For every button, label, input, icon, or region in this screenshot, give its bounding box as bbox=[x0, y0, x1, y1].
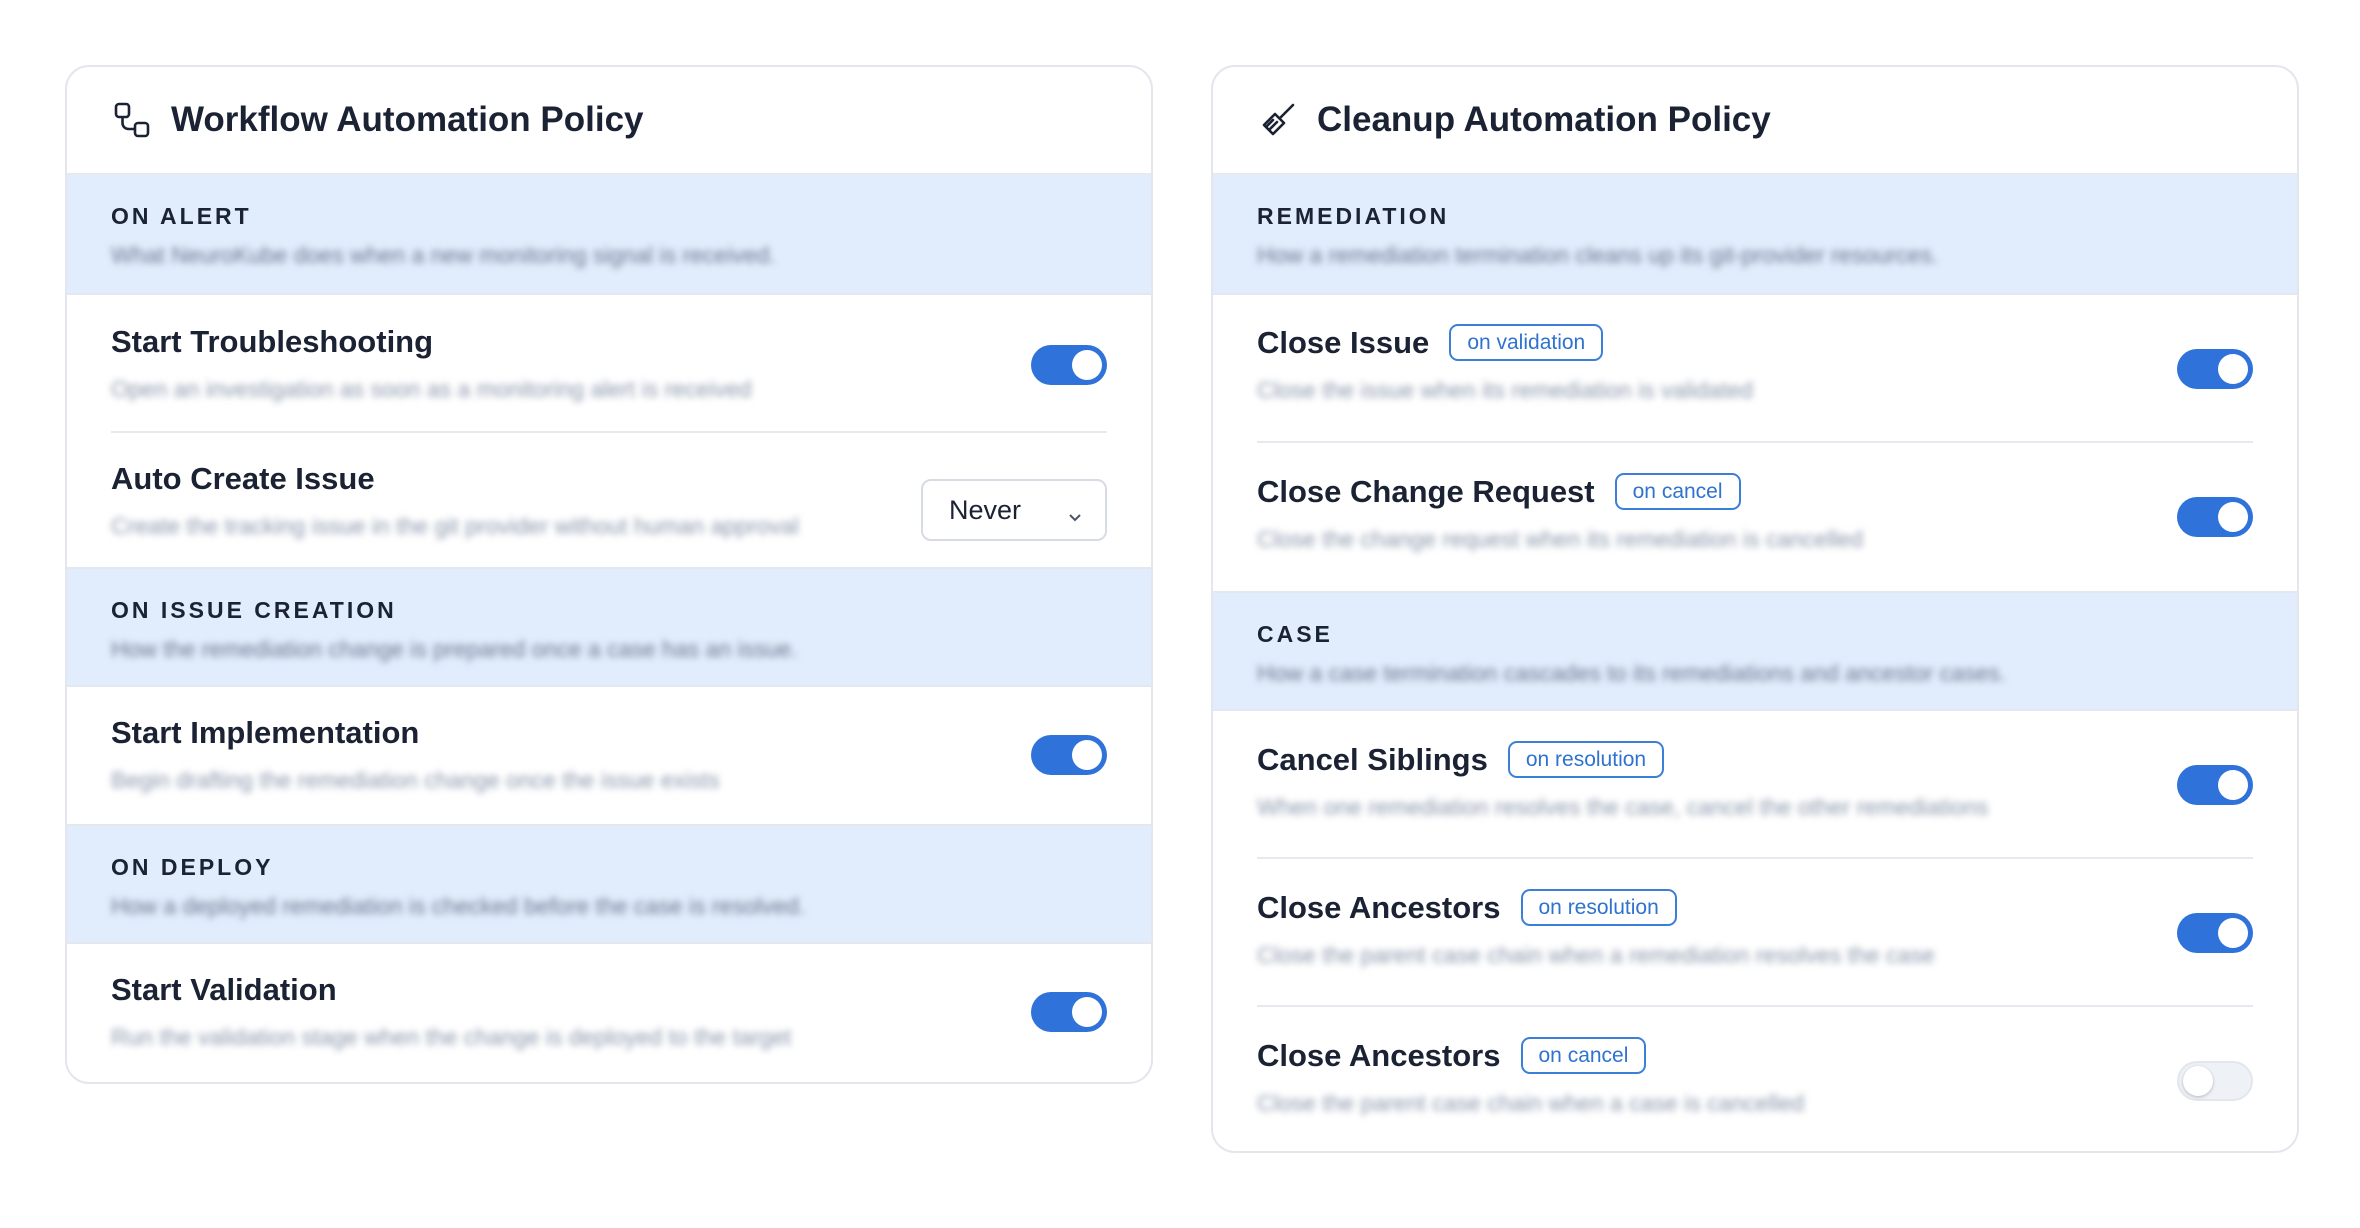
section-title: ON ALERT bbox=[111, 203, 252, 229]
setting-start-troubleshooting: Start Troubleshooting Open an investigat… bbox=[111, 295, 1107, 433]
cleanup-automation-policy-card: Cleanup Automation Policy REMEDIATION Ho… bbox=[1211, 65, 2299, 1153]
setting-title: Close Ancestors bbox=[1257, 889, 1501, 925]
setting-close-ancestors-cancel: Close Ancestors on cancel Close the pare… bbox=[1257, 1007, 2253, 1151]
setting-start-implementation: Start Implementation Begin drafting the … bbox=[111, 687, 1107, 824]
setting-start-validation: Start Validation Run the validation stag… bbox=[111, 944, 1107, 1080]
setting-close-change-request: Close Change Request on cancel Close the… bbox=[1257, 443, 2253, 591]
section-remediation: REMEDIATION How a remediation terminatio… bbox=[1213, 175, 2297, 295]
section-description: How a remediation termination cleans up … bbox=[1257, 242, 1939, 268]
setting-description: Close the issue when its remediation is … bbox=[1257, 377, 1754, 403]
section-title: ON DEPLOY bbox=[111, 854, 274, 880]
section-on-issue-creation: ON ISSUE CREATION How the remediation ch… bbox=[67, 567, 1151, 687]
section-description: What NeuroKube does when a new monitorin… bbox=[111, 242, 776, 268]
setting-description: Run the validation stage when the change… bbox=[111, 1024, 792, 1050]
section-description: How a deployed remediation is checked be… bbox=[111, 893, 806, 919]
start-implementation-toggle[interactable] bbox=[1031, 735, 1107, 775]
trigger-badge: on cancel bbox=[1520, 1037, 1647, 1074]
section-title: CASE bbox=[1257, 621, 1333, 647]
setting-description: When one remediation resolves the case, … bbox=[1257, 794, 1989, 820]
setting-description: Begin drafting the remediation change on… bbox=[111, 767, 720, 793]
setting-title: Auto Create Issue bbox=[111, 461, 375, 496]
workflow-icon bbox=[113, 101, 151, 139]
setting-description: Close the change request when its remedi… bbox=[1257, 526, 1864, 552]
toggle-knob bbox=[2218, 502, 2248, 532]
trigger-badge: on resolution bbox=[1520, 889, 1677, 926]
setting-title: Start Troubleshooting bbox=[111, 324, 434, 359]
start-validation-toggle[interactable] bbox=[1031, 992, 1107, 1032]
setting-title: Start Implementation bbox=[111, 715, 420, 750]
setting-cancel-siblings: Cancel Siblings on resolution When one r… bbox=[1257, 711, 2253, 859]
setting-close-ancestors-resolution: Close Ancestors on resolution Close the … bbox=[1257, 859, 2253, 1007]
trigger-badge: on validation bbox=[1449, 324, 1604, 361]
section-description: How a case termination cascades to its r… bbox=[1257, 660, 2007, 686]
card-header: Cleanup Automation Policy bbox=[1213, 67, 2297, 175]
trigger-badge: on resolution bbox=[1507, 741, 1665, 778]
section-case: CASE How a case termination cascades to … bbox=[1213, 591, 2297, 711]
setting-title: Close Issue bbox=[1257, 324, 1430, 360]
setting-auto-create-issue: Auto Create Issue Create the tracking is… bbox=[111, 433, 1107, 567]
toggle-knob bbox=[1072, 350, 1102, 380]
setting-title: Close Ancestors bbox=[1257, 1037, 1501, 1073]
setting-title: Start Validation bbox=[111, 972, 337, 1007]
close-ancestors-cancel-toggle[interactable] bbox=[2177, 1061, 2253, 1101]
trigger-badge: on cancel bbox=[1614, 473, 1741, 510]
toggle-knob bbox=[2183, 1066, 2213, 1096]
setting-description: Close the parent case chain when a case … bbox=[1257, 1090, 1805, 1116]
cancel-siblings-toggle[interactable] bbox=[2177, 765, 2253, 805]
select-value: Never bbox=[949, 494, 1022, 525]
start-troubleshooting-toggle[interactable] bbox=[1031, 345, 1107, 385]
section-on-deploy: ON DEPLOY How a deployed remediation is … bbox=[67, 824, 1151, 944]
toggle-knob bbox=[1072, 997, 1102, 1027]
card-header: Workflow Automation Policy bbox=[67, 67, 1151, 175]
toggle-knob bbox=[2218, 918, 2248, 948]
close-change-request-toggle[interactable] bbox=[2177, 497, 2253, 537]
setting-title: Cancel Siblings bbox=[1257, 741, 1488, 777]
setting-description: Open an investigation as soon as a monit… bbox=[111, 376, 752, 402]
section-description: How the remediation change is prepared o… bbox=[111, 636, 798, 662]
setting-close-issue: Close Issue on validation Close the issu… bbox=[1257, 295, 2253, 443]
workflow-automation-policy-card: Workflow Automation Policy ON ALERT What… bbox=[65, 65, 1153, 1084]
toggle-knob bbox=[2218, 354, 2248, 384]
setting-title: Close Change Request bbox=[1257, 473, 1595, 509]
card-title: Cleanup Automation Policy bbox=[1317, 100, 1771, 139]
setting-description: Close the parent case chain when a remed… bbox=[1257, 942, 1935, 968]
toggle-knob bbox=[1072, 740, 1102, 770]
section-title: REMEDIATION bbox=[1257, 203, 1450, 229]
close-ancestors-resolution-toggle[interactable] bbox=[2177, 913, 2253, 953]
chevron-down-icon bbox=[1067, 501, 1083, 532]
section-title: ON ISSUE CREATION bbox=[111, 597, 397, 623]
auto-create-issue-select[interactable]: Never bbox=[921, 479, 1107, 541]
toggle-knob bbox=[2218, 770, 2248, 800]
section-on-alert: ON ALERT What NeuroKube does when a new … bbox=[67, 175, 1151, 295]
close-issue-toggle[interactable] bbox=[2177, 349, 2253, 389]
broom-icon bbox=[1259, 101, 1297, 139]
card-title: Workflow Automation Policy bbox=[171, 100, 644, 139]
